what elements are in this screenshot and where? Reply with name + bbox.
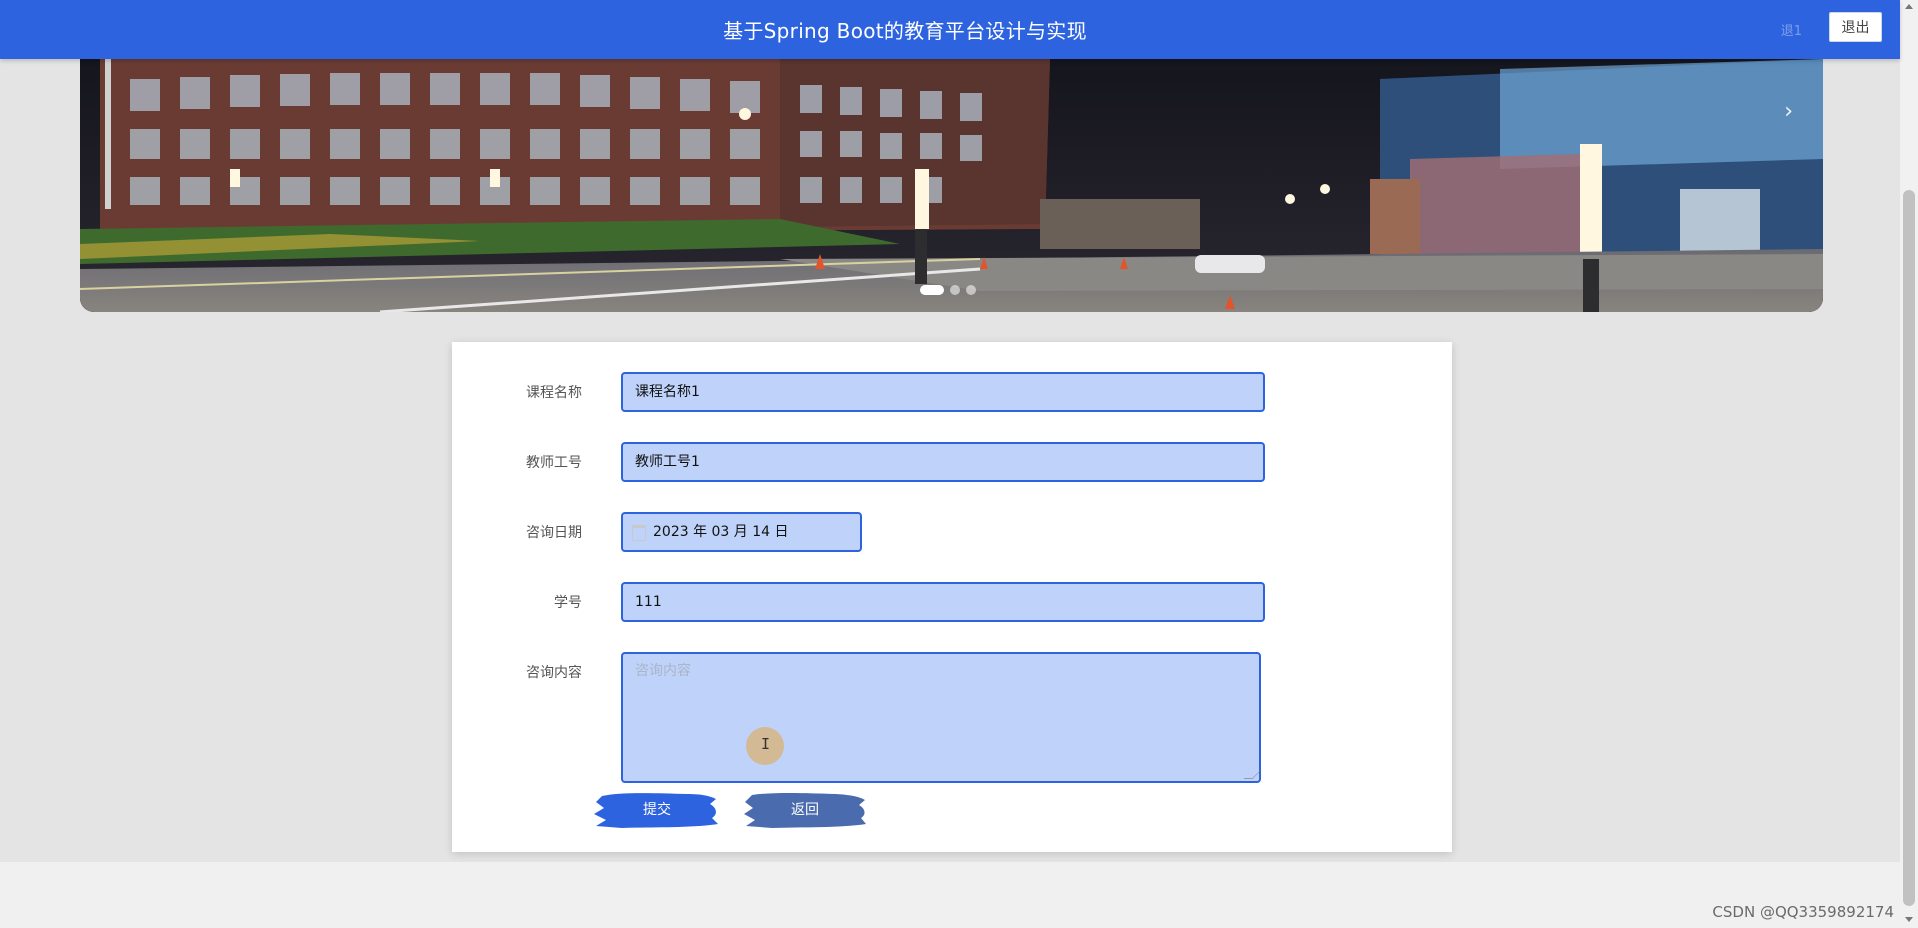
consult-content-placeholder: 咨询内容: [635, 663, 691, 679]
scrollbar-thumb[interactable]: [1903, 190, 1915, 906]
student-id-label: 学号: [554, 595, 582, 611]
back-label: 返回: [791, 802, 819, 818]
student-id-input[interactable]: 111: [621, 582, 1265, 622]
resize-handle-icon[interactable]: [1243, 770, 1262, 779]
chevron-right-icon[interactable]: ›: [1784, 99, 1793, 124]
consult-date-input[interactable]: 2023 年 03 月 14 日: [621, 512, 862, 552]
carousel-dot-2[interactable]: [950, 285, 960, 295]
consult-form-card: 课程名称 课程名称1 教师工号 教师工号1 咨询日期 2023 年 03 月 1…: [452, 342, 1452, 852]
carousel-dot-1[interactable]: [920, 285, 944, 295]
course-name-input[interactable]: 课程名称1: [621, 372, 1265, 412]
app-title: 基于Spring Boot的教育平台设计与实现: [723, 19, 1087, 43]
top-navbar: 基于Spring Boot的教育平台设计与实现 退1 退出: [0, 0, 1900, 59]
watermark-text: CSDN @QQ3359892174: [1712, 903, 1894, 921]
carousel-dots: [920, 285, 976, 295]
course-name-label: 课程名称: [526, 385, 582, 401]
submit-button[interactable]: 提交: [592, 790, 722, 830]
submit-label: 提交: [643, 802, 671, 818]
text-cursor-icon: I: [761, 735, 771, 753]
user-hint: 退1: [1780, 24, 1802, 39]
teacher-id-input[interactable]: 教师工号1: [621, 442, 1265, 482]
scroll-down-icon[interactable]: [1905, 917, 1913, 922]
consult-content-textarea[interactable]: 咨询内容: [621, 652, 1262, 783]
back-button[interactable]: 返回: [740, 790, 870, 830]
banner-photo: [80, 59, 1823, 312]
footer-band: [0, 862, 1900, 928]
consult-date-value: 2023 年 03 月 14 日: [653, 524, 789, 540]
carousel-dot-3[interactable]: [966, 285, 976, 295]
consult-date-label: 咨询日期: [526, 525, 582, 541]
logout-button[interactable]: 退出: [1829, 12, 1882, 42]
teacher-id-label: 教师工号: [526, 455, 582, 471]
banner-carousel: ›: [80, 59, 1823, 312]
scroll-up-icon[interactable]: [1905, 4, 1913, 9]
page-scrollbar[interactable]: [1900, 0, 1918, 928]
calendar-icon: [632, 525, 646, 541]
consult-content-label: 咨询内容: [526, 665, 582, 681]
